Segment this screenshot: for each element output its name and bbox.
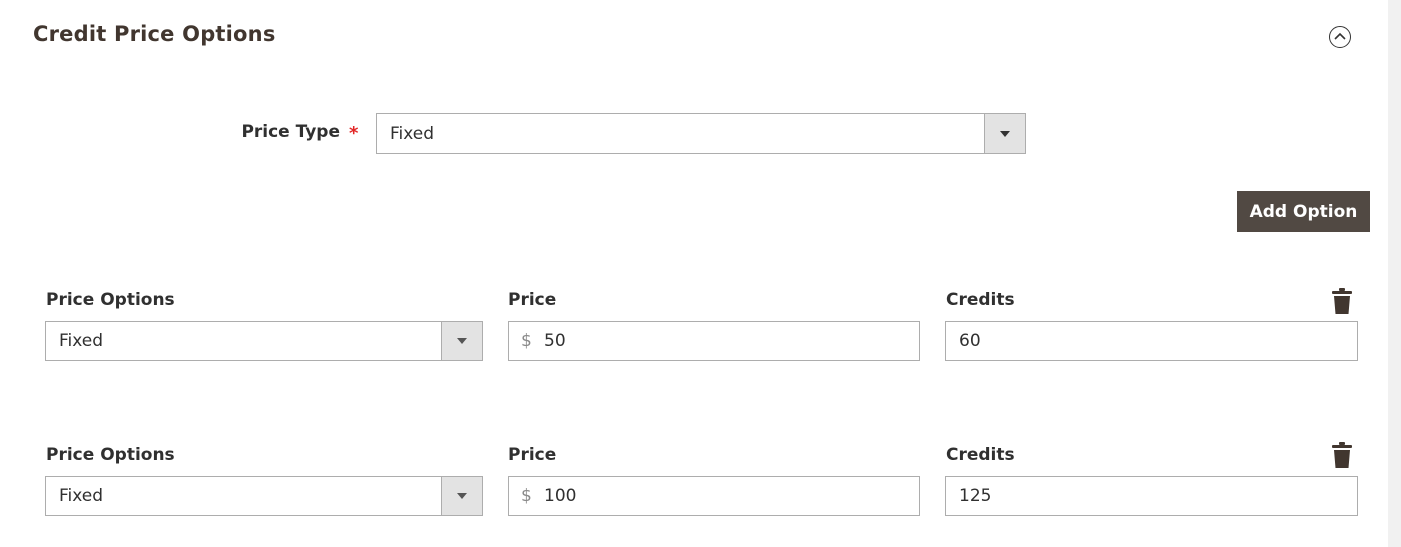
price-value: 100 [544,486,577,506]
price-label: Price [508,445,557,465]
price-type-selected-value: Fixed [390,123,435,144]
price-options-selected-value: Fixed [59,331,104,351]
required-marker: * [349,123,359,144]
price-input[interactable]: $ 50 [508,321,920,361]
price-input[interactable]: $ 100 [508,476,920,516]
currency-symbol: $ [521,331,532,351]
price-options-label: Price Options [46,290,175,310]
add-option-button[interactable]: Add Option [1237,191,1370,232]
trash-icon[interactable] [1332,288,1352,314]
price-options-select[interactable]: Fixed [45,321,483,361]
collapse-section-button[interactable] [1329,26,1351,48]
credits-input[interactable]: 125 [945,476,1358,516]
credits-value: 125 [959,486,992,506]
price-options-dropdown-toggle[interactable] [441,322,482,360]
price-value: 50 [544,331,566,351]
credits-label: Credits [946,290,1015,310]
price-options-dropdown-toggle[interactable] [441,477,482,515]
caret-down-icon [457,338,467,344]
price-options-label: Price Options [46,445,175,465]
credit-price-options-page: Credit Price Options Price Type * Fixed … [0,0,1401,547]
section-title: Credit Price Options [33,22,276,46]
price-options-selected-value: Fixed [59,486,104,506]
credits-value: 60 [959,331,981,351]
trash-icon[interactable] [1332,442,1352,468]
price-label: Price [508,290,557,310]
caret-down-icon [1000,130,1010,137]
credits-input[interactable]: 60 [945,321,1358,361]
price-type-dropdown-toggle[interactable] [984,114,1025,153]
chevron-up-icon [1334,32,1346,40]
price-options-select[interactable]: Fixed [45,476,483,516]
price-type-label: Price Type [241,122,340,142]
caret-down-icon [457,493,467,499]
credits-label: Credits [946,445,1015,465]
price-type-select[interactable]: Fixed [376,113,1026,154]
currency-symbol: $ [521,486,532,506]
scrollbar-track[interactable] [1388,0,1401,547]
